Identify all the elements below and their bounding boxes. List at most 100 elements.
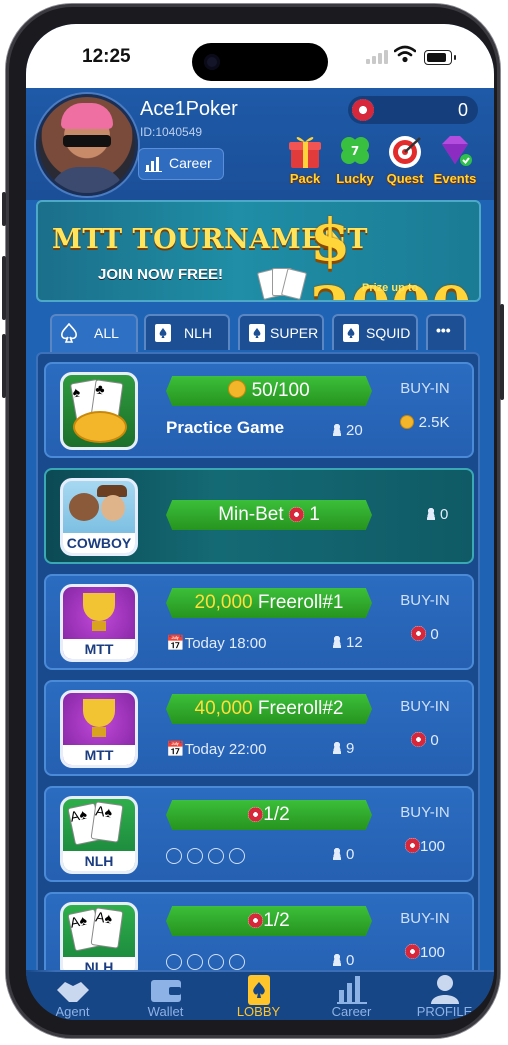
- bar-chart-icon: [145, 157, 162, 172]
- tab-super[interactable]: SUPER: [238, 314, 324, 350]
- pack-button[interactable]: Pack: [278, 132, 332, 186]
- avatar[interactable]: [36, 94, 138, 196]
- stakes-banner: 50/100: [166, 376, 372, 406]
- nav-lobby[interactable]: LOBBY: [212, 972, 305, 1020]
- username: Ace1Poker: [140, 98, 238, 120]
- player-icon: [332, 636, 342, 648]
- status-time: 12:25: [82, 46, 131, 67]
- dynamic-island: [192, 43, 328, 81]
- tab-more[interactable]: •••: [426, 314, 466, 350]
- nav-career[interactable]: Career: [305, 972, 398, 1020]
- app-screen: 12:25 Ace1Poker ID:1040549 Career 0 Pack…: [26, 24, 494, 1020]
- stakes-banner: Min-Bet 1: [166, 500, 372, 530]
- career-button-label: Career: [169, 155, 212, 171]
- prize-banner: 20,000 Freeroll#1: [166, 588, 372, 618]
- schedule: 📅Today 18:00: [166, 635, 267, 652]
- buyin-label: BUY-IN: [400, 592, 450, 609]
- bar-chart-icon: [336, 976, 367, 1004]
- nav-profile[interactable]: PROFILE: [398, 972, 491, 1020]
- no-entry-icon: [229, 954, 245, 970]
- shield-icon: [208, 954, 224, 970]
- bottom-navigation: Agent Wallet LOBBY Career PROFILE: [26, 970, 494, 1020]
- buyin-label: BUY-IN: [400, 804, 450, 821]
- coin-icon: [400, 415, 415, 429]
- card-icon: [155, 324, 171, 342]
- clover-icon: 7: [341, 137, 369, 164]
- buyin-value: 0: [390, 732, 460, 749]
- game-name: Practice Game: [166, 418, 285, 437]
- buyin-value: 100: [390, 944, 460, 961]
- card-icon: [249, 324, 265, 342]
- nlh-cards-icon: A♠ A♠ NLH: [60, 902, 138, 974]
- cowboy-game-icon: COWBOY: [60, 478, 138, 556]
- poker-chip-icon: [404, 944, 420, 959]
- career-button[interactable]: Career: [138, 148, 224, 180]
- stakes-banner: 1/2: [166, 800, 372, 830]
- poker-chip-icon: [411, 626, 427, 641]
- status-bar: 12:25: [26, 24, 494, 88]
- game-card-cowboy[interactable]: COWBOY Min-Bet 1 0: [44, 468, 474, 564]
- poker-chip-icon: [248, 913, 264, 928]
- nav-wallet[interactable]: Wallet: [119, 972, 212, 1020]
- buyin-value: 100: [390, 838, 460, 855]
- handshake-icon: [56, 982, 89, 1002]
- battery-icon: [424, 50, 456, 65]
- chip-balance-value: 0: [457, 100, 468, 120]
- location-icon: [187, 954, 203, 970]
- banner-subtitle: JOIN NOW FREE!: [98, 266, 224, 283]
- poker-chip-icon: [404, 838, 420, 853]
- quest-button[interactable]: Quest: [378, 132, 432, 186]
- wallet-icon: [150, 980, 181, 1002]
- nav-edge-fade: [26, 970, 56, 1020]
- nlh-cards-icon: A♠ A♠ NLH: [60, 796, 138, 874]
- power-button: [500, 304, 504, 400]
- game-list: ♠ ♣ 50/100 Practice Game 20 BUY-IN 2.5K …: [36, 352, 480, 976]
- player-icon: [332, 424, 342, 436]
- mtt-tournament-banner[interactable]: MTT TOURNAMENT JOIN NOW FREE! $ 2000 Pri…: [36, 200, 481, 302]
- player-count: 9: [332, 740, 354, 757]
- game-card-mtt-freeroll-2[interactable]: MTT 40,000 Freeroll#2 📅Today 22:00 9 BUY…: [44, 680, 474, 776]
- signal-icon: [366, 48, 388, 64]
- banner-prize-note: Prize up to: [362, 282, 419, 294]
- user-id: ID:1040549: [140, 125, 203, 139]
- player-icon: [332, 954, 342, 966]
- calendar-icon: 📅: [166, 741, 185, 758]
- game-card-mtt-freeroll-1[interactable]: MTT 20,000 Freeroll#1 📅Today 18:00 12 BU…: [44, 574, 474, 670]
- profile-icon: [430, 975, 459, 1004]
- events-button[interactable]: Events: [428, 132, 482, 186]
- tab-all[interactable]: ALL: [50, 314, 138, 352]
- table-feature-badges: [166, 848, 250, 869]
- player-count: 20: [332, 422, 363, 439]
- poker-chip-icon: [248, 807, 264, 822]
- no-entry-icon: [229, 848, 245, 864]
- stakes-banner: 1/2: [166, 906, 372, 936]
- player-count: 0: [332, 846, 354, 863]
- game-card-nlh[interactable]: A♠ A♠ NLH 1/2 0 BUY-IN 100: [44, 892, 474, 974]
- buyin-label: BUY-IN: [400, 380, 450, 397]
- lucky-button[interactable]: 7 Lucky: [328, 132, 382, 186]
- poker-chip-icon: [411, 732, 427, 747]
- buyin-value: 2.5K: [390, 414, 460, 431]
- tab-nlh[interactable]: NLH: [144, 314, 230, 350]
- camera-icon: [204, 54, 220, 70]
- buyin-value: 0: [390, 626, 460, 643]
- volume-up-button: [2, 256, 6, 320]
- gift-icon: [289, 137, 321, 168]
- game-card-practice[interactable]: ♠ ♣ 50/100 Practice Game 20 BUY-IN 2.5K: [44, 362, 474, 458]
- profile-header: Ace1Poker ID:1040549 Career 0 Pack 7 Luc…: [26, 88, 494, 200]
- chip-balance[interactable]: 0: [348, 96, 478, 124]
- tab-squid[interactable]: SQUID: [332, 314, 418, 350]
- coin-icon: [228, 380, 247, 398]
- badge-icon: [166, 848, 182, 864]
- card-icon: [343, 324, 359, 342]
- spade-outline-icon: [61, 323, 77, 343]
- game-card-nlh[interactable]: A♠ A♠ NLH 1/2 0 BUY-IN 100: [44, 786, 474, 882]
- phone-frame: 12:25 Ace1Poker ID:1040549 Career 0 Pack…: [2, 4, 504, 1038]
- svg-text:7: 7: [351, 144, 359, 158]
- player-icon: [332, 848, 342, 860]
- target-icon: [389, 136, 421, 168]
- schedule: 📅Today 22:00: [166, 741, 267, 758]
- badge-icon: [166, 954, 182, 970]
- buyin-label: BUY-IN: [400, 910, 450, 927]
- buyin-label: BUY-IN: [400, 698, 450, 715]
